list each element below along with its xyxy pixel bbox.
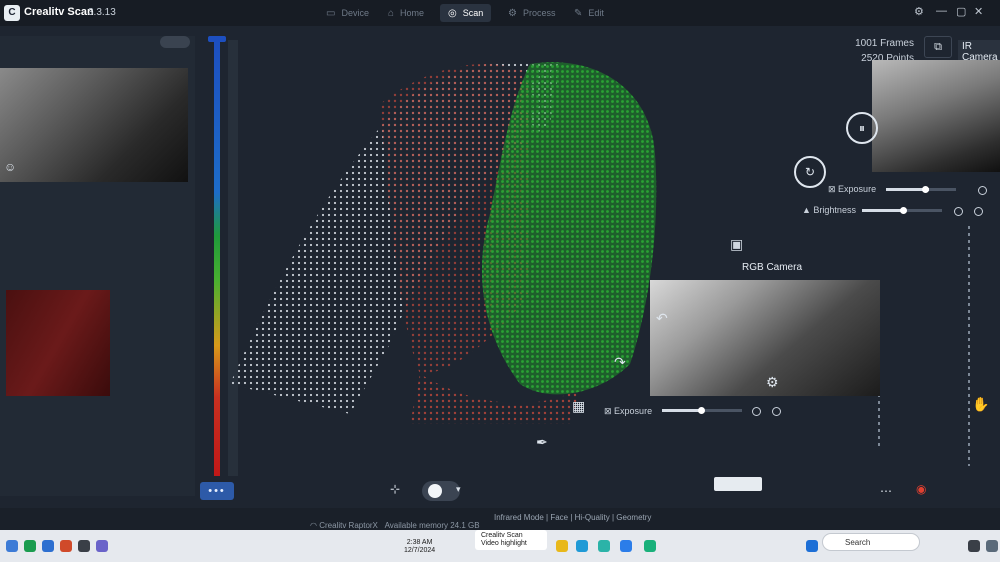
close-button[interactable]: ✕: [974, 5, 983, 18]
app-icon-10[interactable]: [620, 540, 632, 552]
marker-icon[interactable]: ✒: [536, 434, 548, 451]
minimize-button[interactable]: —: [936, 5, 947, 17]
rgb-camera-label: RGB Camera: [742, 262, 803, 273]
rgb-camera-preview: [650, 280, 880, 396]
home-icon: ⌂: [388, 8, 395, 19]
color-wheel-icon[interactable]: ◉: [916, 482, 926, 496]
face-icon[interactable]: ☺: [4, 160, 16, 174]
notification-toast[interactable]: Crealitv Scan Video highlight: [475, 530, 547, 550]
brightness-icon: ▲: [802, 205, 814, 215]
tab-label: Process: [522, 8, 556, 18]
scale-indicator: •••: [200, 482, 234, 500]
app-version: 3.3.13: [88, 7, 116, 18]
brightness-row: ▲ Brightness: [802, 205, 856, 215]
tab-scan[interactable]: ◎ Scan: [440, 4, 492, 22]
device-icon: ▭: [326, 8, 336, 19]
app-icon-3[interactable]: [42, 540, 54, 552]
app-icon-9[interactable]: [598, 540, 610, 552]
scan-toggle-knob[interactable]: [428, 484, 442, 498]
maximize-button[interactable]: ▢: [956, 5, 966, 18]
app-icon-1[interactable]: [6, 540, 18, 552]
notification-title: Crealitv Scan: [481, 532, 523, 539]
panel-toggle-button[interactable]: [160, 36, 190, 48]
right-scroll-track[interactable]: [968, 226, 970, 466]
rgb-exposure-slider-knob[interactable]: [698, 407, 705, 414]
edit-icon: ✎: [574, 8, 583, 19]
distance-color-scale: [214, 40, 220, 476]
brightness-label: Brightness: [813, 205, 856, 215]
frames-count: 1001 Frames: [855, 38, 914, 49]
rgb-exposure-slider-fill: [662, 409, 702, 412]
scan-icon: ◎: [448, 8, 457, 19]
app-title: Crealitv Scan: [24, 6, 94, 18]
tray-icon-2[interactable]: [986, 540, 998, 552]
windows-start-icon[interactable]: [806, 540, 818, 552]
app-icon-8[interactable]: [576, 540, 588, 552]
memory-value: 24.1 GB: [450, 521, 480, 530]
tab-device[interactable]: ▭ Device: [318, 4, 377, 22]
tab-label: Scan: [462, 8, 484, 18]
scan-mode-status: Infrared Mode | Face | Hi-Quality | Geom…: [494, 513, 652, 522]
app-logo: C: [4, 5, 20, 21]
tab-process[interactable]: ⚙ Process: [500, 4, 563, 22]
notification-text: Video highlight: [481, 540, 527, 547]
app-icon-7[interactable]: [556, 540, 568, 552]
rgb-exposure-row: ⊠ Exposure: [604, 406, 652, 417]
rgb-exposure-minus[interactable]: [752, 407, 761, 416]
app-icon-6[interactable]: [96, 540, 108, 552]
clock-date: 12/7/2024: [404, 547, 436, 554]
taskbar-clock[interactable]: 2:38 AM 12/7/2024: [404, 539, 435, 555]
app-icon-2[interactable]: [24, 540, 36, 552]
fit-view-icon[interactable]: ⊹: [390, 482, 400, 496]
capture-icon[interactable]: ▦: [572, 398, 585, 415]
exposure-slider-knob[interactable]: [922, 186, 929, 193]
device-status: ◠ Crealitv RaptorX Available memory 24.1…: [310, 521, 480, 530]
memory-label: Available memory: [384, 521, 448, 530]
tab-label: Edit: [588, 8, 604, 18]
tab-label: Home: [400, 8, 425, 18]
process-icon: ⚙: [508, 8, 517, 19]
tab-edit[interactable]: ✎ Edit: [566, 4, 612, 22]
ir-camera-preview: [872, 60, 1000, 172]
exposure-icon: ⊠: [828, 184, 839, 194]
redo-icon[interactable]: ↷: [614, 354, 626, 371]
wifi-icon: ◠: [310, 521, 320, 530]
frame-progress-bar: [714, 477, 762, 491]
app-icon-5[interactable]: [78, 540, 90, 552]
undo-icon[interactable]: ↶: [656, 310, 668, 327]
rgb-exposure-icon: ⊠: [604, 406, 615, 416]
taskbar-search[interactable]: Search: [822, 533, 920, 551]
clock-time: 2:38 AM: [406, 539, 433, 546]
tab-home[interactable]: ⌂ Home: [380, 4, 432, 22]
camera-settings-icon[interactable]: ⚙: [766, 374, 779, 391]
refresh-icon[interactable]: ↻: [794, 156, 826, 188]
brightness-slider-knob[interactable]: [900, 207, 907, 214]
texture-preview: [6, 290, 110, 396]
info-icon[interactable]: ⋯: [880, 484, 892, 498]
settings-icon[interactable]: ⚙: [914, 5, 924, 18]
tray-icon-1[interactable]: [968, 540, 980, 552]
device-name: Crealitv RaptorX: [319, 521, 378, 530]
exposure-label: Exposure: [838, 184, 877, 194]
rgb-exposure-label: Exposure: [614, 406, 653, 416]
camera-switch-button[interactable]: ⧉: [924, 36, 952, 58]
exposure-auto-toggle[interactable]: [978, 186, 987, 195]
app-icon-4[interactable]: [60, 540, 72, 552]
rgb-exposure-plus[interactable]: [772, 407, 781, 416]
depth-camera-preview: [0, 68, 188, 182]
chevron-down-icon[interactable]: ▾: [456, 484, 461, 495]
brightness-plus[interactable]: [974, 207, 983, 216]
pause-icon[interactable]: ⏸: [846, 112, 878, 144]
hand-tool-icon[interactable]: ✋: [972, 396, 989, 413]
exposure-row: ⊠ Exposure: [828, 184, 876, 195]
rgb-camera-icon[interactable]: ▣: [730, 236, 743, 253]
point-cloud-view[interactable]: [230, 44, 700, 424]
tab-label: Device: [341, 8, 369, 18]
app-icon-11[interactable]: [644, 540, 656, 552]
brightness-minus[interactable]: [954, 207, 963, 216]
